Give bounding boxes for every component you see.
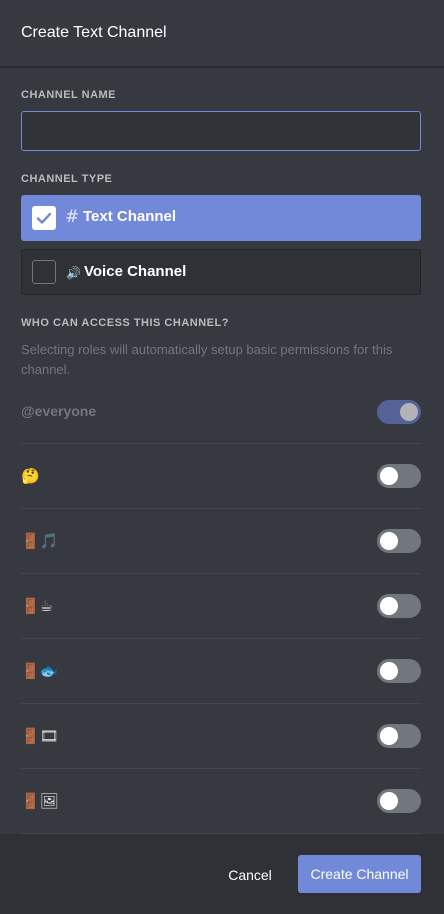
role-toggle[interactable]: [377, 464, 421, 488]
modal-content[interactable]: CHANNEL NAME CHANNEL TYPE # Text Channel…: [0, 68, 444, 834]
toggle-knob: [380, 792, 398, 810]
role-name: 🚪🐟: [21, 662, 59, 680]
role-row: 🚪🎞: [21, 704, 421, 769]
toggle-knob: [380, 532, 398, 550]
role-row-everyone: @everyone: [21, 379, 421, 444]
role-name: 🚪🖼: [21, 792, 59, 810]
voice-channel-label: Voice Channel: [84, 263, 187, 280]
role-toggle[interactable]: [377, 789, 421, 813]
role-row: 🚪🎵: [21, 509, 421, 574]
role-toggle[interactable]: [377, 659, 421, 683]
access-label: WHO CAN ACCESS THIS CHANNEL?: [21, 317, 229, 329]
modal-footer: Cancel Create Channel: [0, 834, 444, 914]
create-channel-button[interactable]: Create Channel: [298, 855, 421, 893]
text-channel-checkbox[interactable]: [32, 206, 56, 230]
text-channel-label: Text Channel: [83, 208, 177, 225]
modal-title: Create Text Channel: [21, 24, 167, 41]
toggle-knob: [400, 403, 418, 421]
checkmark-icon: [36, 212, 52, 224]
role-row: 🚪🐟: [21, 639, 421, 704]
role-toggle[interactable]: [377, 724, 421, 748]
modal-header: Create Text Channel: [0, 0, 444, 67]
toggle-knob: [380, 467, 398, 485]
role-toggle-everyone[interactable]: [377, 400, 421, 424]
role-toggle[interactable]: [377, 529, 421, 553]
speaker-icon: 🔊: [66, 266, 81, 280]
create-channel-modal: Create Text Channel CHANNEL NAME CHANNEL…: [0, 0, 444, 914]
role-name: @everyone: [21, 403, 97, 419]
toggle-knob: [380, 727, 398, 745]
toggle-knob: [380, 662, 398, 680]
channel-name-label: CHANNEL NAME: [21, 89, 117, 101]
role-name: 🚪☕: [21, 597, 54, 615]
channel-name-input[interactable]: [21, 111, 421, 151]
role-name: 🚪🎵: [21, 532, 59, 550]
role-row: 🤔: [21, 444, 421, 509]
access-description: Selecting roles will automatically setup…: [21, 342, 393, 377]
role-name: 🤔: [21, 467, 40, 485]
role-row: 🚪☕: [21, 574, 421, 639]
channel-type-label: CHANNEL TYPE: [21, 173, 113, 185]
role-name: 🚪🎞: [21, 727, 59, 745]
role-toggle[interactable]: [377, 594, 421, 618]
voice-channel-option[interactable]: 🔊 Voice Channel: [21, 249, 421, 295]
voice-channel-checkbox[interactable]: [32, 260, 56, 284]
cancel-button[interactable]: Cancel: [218, 856, 282, 894]
role-row: 🚪🖼: [21, 769, 421, 834]
hash-icon: #: [65, 207, 80, 227]
text-channel-option[interactable]: # Text Channel: [21, 195, 421, 241]
toggle-knob: [380, 597, 398, 615]
